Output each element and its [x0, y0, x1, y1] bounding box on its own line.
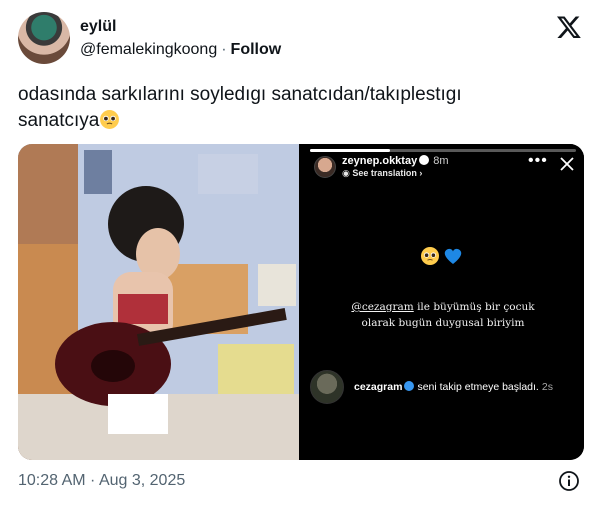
- tweet-text: odasında sarkılarını soyledıgı sanatcıda…: [18, 82, 578, 134]
- follow-button[interactable]: Follow: [231, 41, 282, 58]
- story-caption-rest: ile büyümüş bir çocuk: [413, 301, 535, 313]
- story-time: 8m: [433, 155, 449, 167]
- instagram-story-screenshot[interactable]: zeynep.okktay 8m ◉ See translation › ••• …: [302, 144, 584, 460]
- see-translation-button[interactable]: ◉ See translation ›: [342, 168, 422, 179]
- chevron-right-icon: ›: [419, 168, 423, 178]
- tweet-text-line-2-wrap: sanatcıya: [18, 108, 578, 134]
- tweet-text-line-1: odasında sarkılarını soyledıgı sanatcıda…: [18, 84, 462, 105]
- story-avatar[interactable]: [314, 156, 336, 178]
- story-progress-fill: [310, 149, 390, 152]
- notification-time: 2s: [541, 381, 553, 393]
- story-user-line: zeynep.okktay 8m: [342, 155, 448, 167]
- notification-username[interactable]: cezagram: [354, 381, 402, 393]
- story-emojis: [421, 247, 462, 265]
- separator-dot: ·: [221, 41, 227, 58]
- pleading-face-icon: [421, 247, 439, 265]
- notification-avatar[interactable]: [310, 370, 344, 404]
- author-handle[interactable]: @femalekingkoong: [80, 41, 217, 58]
- more-options-icon[interactable]: •••: [528, 153, 548, 169]
- x-logo-icon[interactable]: [556, 14, 582, 40]
- tweet-text-line-2: sanatcıya: [18, 110, 100, 131]
- tweet-footer: 10:28 AM · Aug 3, 2025: [18, 470, 584, 494]
- tweet-timestamp[interactable]: 10:28 AM · Aug 3, 2025: [18, 472, 185, 490]
- tweet-media[interactable]: zeynep.okktay 8m ◉ See translation › ••• …: [18, 144, 584, 460]
- blue-heart-icon: [444, 248, 462, 264]
- story-mention-link[interactable]: @cezagram: [351, 301, 413, 313]
- follow-notification[interactable]: cezagram seni takip etmeye başladı. 2s: [354, 381, 553, 393]
- close-icon[interactable]: [559, 156, 575, 172]
- verified-badge-icon: [404, 381, 415, 391]
- story-username[interactable]: zeynep.okktay: [342, 155, 417, 167]
- info-icon[interactable]: [558, 470, 580, 492]
- verified-badge-icon: [419, 155, 430, 165]
- author-name[interactable]: eylül: [80, 18, 116, 36]
- tweet-header: eylül @femalekingkoong · Follow: [18, 12, 584, 68]
- pleading-face-icon: [100, 110, 120, 129]
- author-avatar[interactable]: [18, 12, 70, 64]
- girl-playing-guitar-photo[interactable]: [18, 144, 299, 460]
- story-caption-line-2: olarak bugün duygusal biriyim: [361, 317, 525, 329]
- story-caption: @cezagram ile büyümüş bir çocuk olarak b…: [312, 299, 574, 331]
- story-caption-line-1: @cezagram ile büyümüş bir çocuk: [312, 299, 574, 315]
- globe-icon: ◉: [342, 168, 350, 178]
- see-translation-label: See translation: [352, 168, 417, 178]
- author-handle-line: @femalekingkoong · Follow: [80, 41, 281, 59]
- notification-action: seni takip etmeye başladı.: [417, 381, 539, 393]
- photo-illustration: [18, 144, 299, 460]
